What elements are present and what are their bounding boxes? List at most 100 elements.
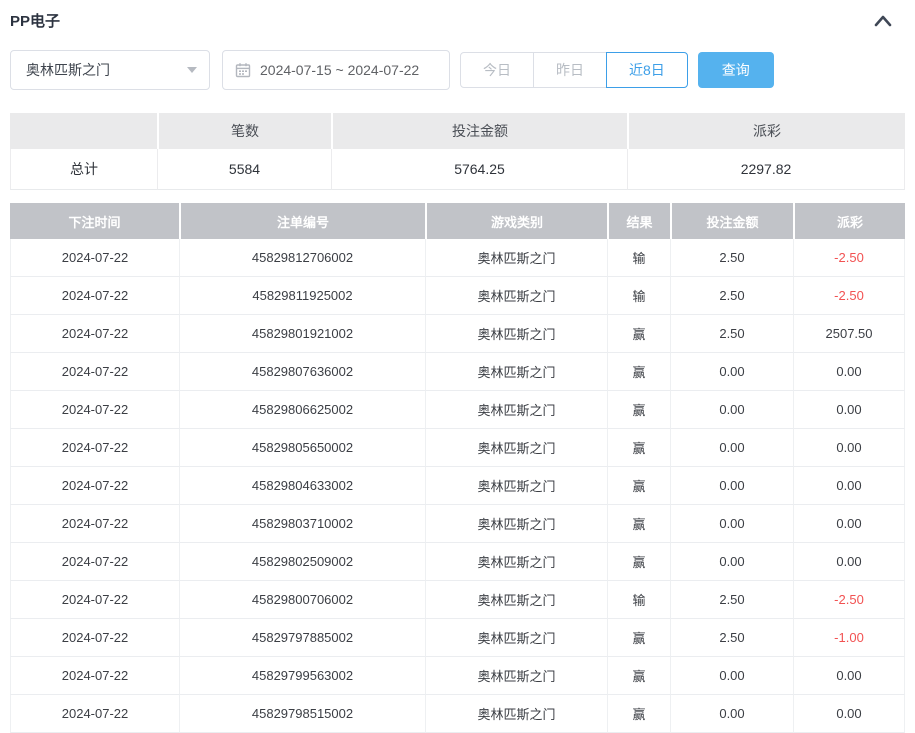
cell-bet-time: 2024-07-22 xyxy=(10,239,179,277)
cell-game-category: 奥林匹斯之门 xyxy=(425,505,607,543)
cell-result: 赢 xyxy=(607,429,670,467)
table-row: 2024-07-22 45829802509002 奥林匹斯之门 赢 0.00 … xyxy=(10,543,905,581)
table-row: 2024-07-22 45829811925002 奥林匹斯之门 输 2.50 … xyxy=(10,277,905,315)
calendar-icon xyxy=(235,62,251,78)
cell-result: 赢 xyxy=(607,391,670,429)
quick-range-today[interactable]: 今日 xyxy=(460,52,534,88)
summary-total-label: 总计 xyxy=(10,149,157,190)
cell-bet-time: 2024-07-22 xyxy=(10,619,179,657)
filter-bar: 奥林匹斯之门 2024-07-15 ~ 2024-07-22 今日 昨日 近8日… xyxy=(10,50,905,90)
game-select[interactable]: 奥林匹斯之门 xyxy=(10,50,210,90)
page-title: PP电子 xyxy=(10,12,60,32)
cell-result: 赢 xyxy=(607,619,670,657)
cell-bet-time: 2024-07-22 xyxy=(10,277,179,315)
cell-bet-amount: 2.50 xyxy=(670,315,793,353)
cell-bet-amount: 0.00 xyxy=(670,505,793,543)
cell-bet-amount: 0.00 xyxy=(670,657,793,695)
cell-bet-time: 2024-07-22 xyxy=(10,505,179,543)
summary-total-count: 5584 xyxy=(157,149,331,190)
cell-bet-time: 2024-07-22 xyxy=(10,391,179,429)
cell-result: 赢 xyxy=(607,467,670,505)
cell-bet-amount: 2.50 xyxy=(670,619,793,657)
search-button[interactable]: 查询 xyxy=(698,52,774,88)
cell-payout: 0.00 xyxy=(793,429,905,467)
collapse-button[interactable] xyxy=(867,12,899,33)
records-header-bet-id: 注单编号 xyxy=(179,203,425,239)
table-row: 2024-07-22 45829799563002 奥林匹斯之门 赢 0.00 … xyxy=(10,657,905,695)
cell-bet-id: 45829804633002 xyxy=(179,467,425,505)
cell-bet-time: 2024-07-22 xyxy=(10,657,179,695)
cell-bet-id: 45829801921002 xyxy=(179,315,425,353)
records-header-payout: 派彩 xyxy=(793,203,905,239)
cell-payout: -2.50 xyxy=(793,581,905,619)
cell-bet-id: 45829812706002 xyxy=(179,239,425,277)
cell-game-category: 奥林匹斯之门 xyxy=(425,543,607,581)
cell-payout: 0.00 xyxy=(793,505,905,543)
cell-payout: 0.00 xyxy=(793,467,905,505)
cell-bet-amount: 2.50 xyxy=(670,581,793,619)
cell-game-category: 奥林匹斯之门 xyxy=(425,467,607,505)
cell-bet-time: 2024-07-22 xyxy=(10,429,179,467)
quick-range-last8days[interactable]: 近8日 xyxy=(606,52,688,88)
cell-result: 输 xyxy=(607,277,670,315)
cell-bet-id: 45829811925002 xyxy=(179,277,425,315)
cell-result: 输 xyxy=(607,581,670,619)
table-row: 2024-07-22 45829812706002 奥林匹斯之门 输 2.50 … xyxy=(10,239,905,277)
cell-bet-id: 45829799563002 xyxy=(179,657,425,695)
cell-payout: 0.00 xyxy=(793,391,905,429)
cell-game-category: 奥林匹斯之门 xyxy=(425,657,607,695)
cell-bet-amount: 2.50 xyxy=(670,239,793,277)
cell-bet-amount: 0.00 xyxy=(670,353,793,391)
date-range-input[interactable]: 2024-07-15 ~ 2024-07-22 xyxy=(222,50,450,90)
cell-payout: 0.00 xyxy=(793,353,905,391)
cell-result: 赢 xyxy=(607,543,670,581)
summary-header-payout: 派彩 xyxy=(627,113,905,149)
cell-bet-amount: 0.00 xyxy=(670,429,793,467)
summary-total-payout: 2297.82 xyxy=(627,149,905,190)
panel-header: PP电子 xyxy=(10,0,905,38)
summary-header-row: 笔数 投注金额 派彩 xyxy=(10,113,905,149)
table-row: 2024-07-22 45829800706002 奥林匹斯之门 输 2.50 … xyxy=(10,581,905,619)
records-header-game: 游戏类别 xyxy=(425,203,607,239)
cell-bet-time: 2024-07-22 xyxy=(10,695,179,733)
pp-electronic-panel: PP电子 奥林匹斯之门 2024-07-15 ~ 2024-07-22 今日 昨… xyxy=(0,0,915,733)
cell-result: 赢 xyxy=(607,657,670,695)
cell-payout: 0.00 xyxy=(793,695,905,733)
cell-bet-time: 2024-07-22 xyxy=(10,543,179,581)
records-header-result: 结果 xyxy=(607,203,670,239)
cell-payout: -2.50 xyxy=(793,239,905,277)
date-range-value: 2024-07-15 ~ 2024-07-22 xyxy=(260,62,419,78)
cell-result: 赢 xyxy=(607,353,670,391)
chevron-up-icon xyxy=(873,16,893,31)
cell-bet-time: 2024-07-22 xyxy=(10,315,179,353)
table-row: 2024-07-22 45829797885002 奥林匹斯之门 赢 2.50 … xyxy=(10,619,905,657)
records-header-time: 下注时间 xyxy=(10,203,179,239)
table-row: 2024-07-22 45829798515002 奥林匹斯之门 赢 0.00 … xyxy=(10,695,905,733)
cell-bet-time: 2024-07-22 xyxy=(10,581,179,619)
cell-game-category: 奥林匹斯之门 xyxy=(425,239,607,277)
cell-bet-amount: 2.50 xyxy=(670,277,793,315)
cell-payout: -1.00 xyxy=(793,619,905,657)
cell-bet-amount: 0.00 xyxy=(670,467,793,505)
table-row: 2024-07-22 45829805650002 奥林匹斯之门 赢 0.00 … xyxy=(10,429,905,467)
cell-game-category: 奥林匹斯之门 xyxy=(425,391,607,429)
cell-bet-id: 45829803710002 xyxy=(179,505,425,543)
cell-result: 赢 xyxy=(607,315,670,353)
records-header-row: 下注时间 注单编号 游戏类别 结果 投注金额 派彩 xyxy=(10,203,905,239)
summary-table: 笔数 投注金额 派彩 总计 5584 5764.25 2297.82 xyxy=(10,113,905,190)
quick-range-yesterday[interactable]: 昨日 xyxy=(533,52,607,88)
cell-game-category: 奥林匹斯之门 xyxy=(425,277,607,315)
caret-down-icon xyxy=(187,67,197,73)
cell-bet-time: 2024-07-22 xyxy=(10,467,179,505)
table-row: 2024-07-22 45829807636002 奥林匹斯之门 赢 0.00 … xyxy=(10,353,905,391)
cell-payout: 0.00 xyxy=(793,543,905,581)
table-row: 2024-07-22 45829804633002 奥林匹斯之门 赢 0.00 … xyxy=(10,467,905,505)
quick-range-group: 今日 昨日 近8日 xyxy=(460,52,688,88)
table-row: 2024-07-22 45829803710002 奥林匹斯之门 赢 0.00 … xyxy=(10,505,905,543)
cell-payout: 0.00 xyxy=(793,657,905,695)
cell-game-category: 奥林匹斯之门 xyxy=(425,353,607,391)
records-table: 下注时间 注单编号 游戏类别 结果 投注金额 派彩 2024-07-22 458… xyxy=(10,203,905,733)
cell-payout: -2.50 xyxy=(793,277,905,315)
cell-game-category: 奥林匹斯之门 xyxy=(425,429,607,467)
cell-result: 赢 xyxy=(607,695,670,733)
